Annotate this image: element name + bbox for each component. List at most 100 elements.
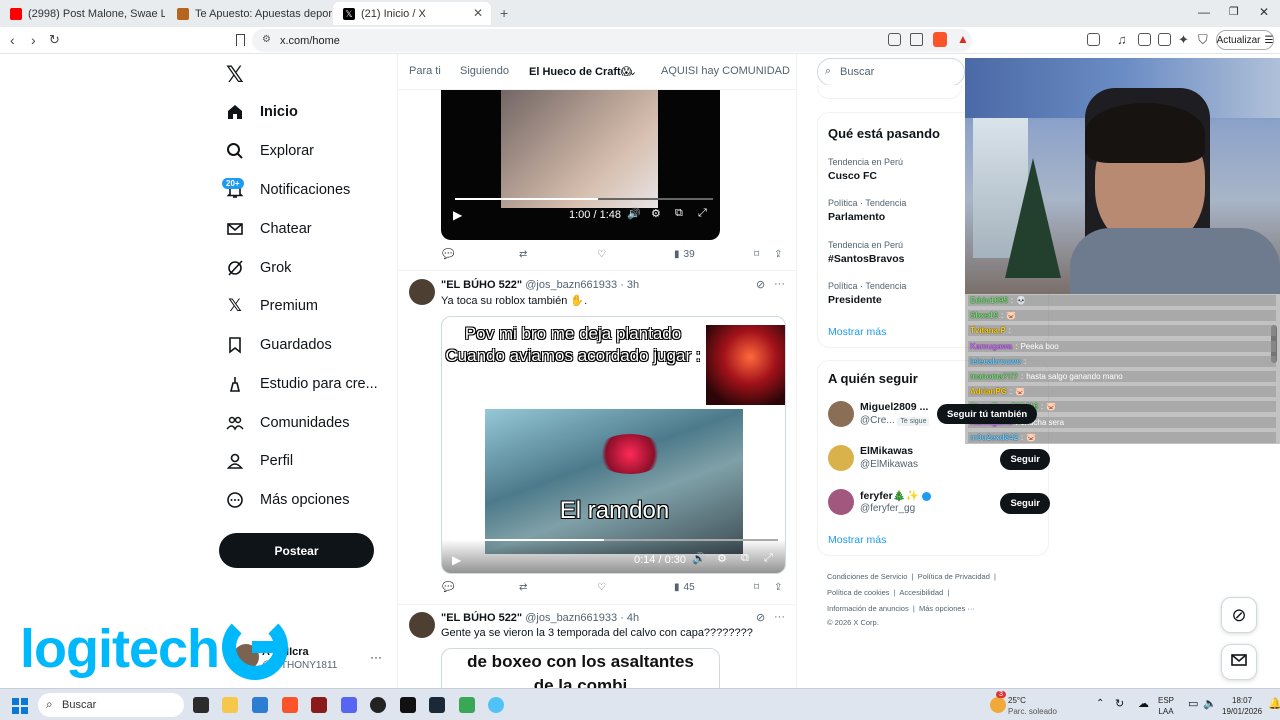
avatar[interactable] [409, 612, 435, 638]
reload-icon[interactable]: ↻ [49, 32, 60, 48]
brave-rewards-icon[interactable]: ▲ [957, 32, 969, 46]
like-icon[interactable]: ♡ [597, 249, 606, 260]
footer-link[interactable]: Más opciones ··· [919, 604, 975, 613]
pip-icon[interactable]: ⧉ [741, 552, 749, 565]
browser-tab-teapuesto[interactable]: Te Apuesto: Apuestas deportivas y C [167, 2, 332, 25]
language-indicator[interactable]: ESP LAA [1158, 695, 1174, 717]
timeline[interactable]: ▶ 1:00 / 1:48 🔊 ⚙ ⧉ ⤢ 💬 ⇄ ♡ ▮ 39 ⌑ ⇪ "EL … [397, 54, 797, 688]
trend-item[interactable]: Política · Tendencia Presidente [828, 281, 906, 306]
capcut-icon[interactable] [400, 697, 416, 713]
tab-aquisi-hay-comunidad[interactable]: AQUISI hay COMUNIDAD [661, 65, 790, 77]
footer-link[interactable]: Condiciones de Servicio [827, 572, 907, 581]
brave-shield-icon[interactable] [933, 32, 947, 47]
notification-icon[interactable]: 🔔 [1268, 697, 1280, 710]
retweet-icon[interactable]: ⇄ [519, 249, 527, 260]
author-handle[interactable]: @jos_bazn661933 [525, 612, 617, 624]
video-player[interactable]: ▶ 1:00 / 1:48 🔊 ⚙ ⧉ ⤢ [441, 78, 720, 240]
brave-icon[interactable] [282, 697, 298, 713]
tweet-time[interactable]: 4h [627, 612, 639, 624]
share-icon[interactable]: ⇪ [774, 582, 782, 593]
nav-item-grok[interactable]: Grok [226, 253, 291, 283]
tweet-image[interactable]: de boxeo con los asaltantes de la combi [441, 648, 720, 688]
avatar[interactable] [828, 445, 854, 471]
follow-suggestion[interactable]: ElMikawas @ElMikawas Seguir [828, 445, 1050, 475]
author-handle[interactable]: @jos_bazn661933 [525, 279, 617, 291]
bookmark-icon[interactable]: ⌑ [754, 582, 759, 593]
steam-icon[interactable] [429, 697, 445, 713]
chevron-down-icon[interactable]: ⌄ [628, 65, 637, 78]
settings-icon[interactable]: ⚙ [717, 552, 727, 565]
settings-icon[interactable]: ⚙ [651, 207, 661, 220]
weather-widget[interactable]: 25°C Parc. soleado [1008, 695, 1057, 717]
video-player[interactable]: Pov mi bro me deja plantado Cuando aviam… [441, 316, 786, 574]
sidebar-icon[interactable] [1087, 33, 1100, 46]
nav-item-comunidades[interactable]: Comunidades [226, 408, 349, 438]
nav-item-perfil[interactable]: Perfil [226, 446, 293, 476]
reading-list-icon[interactable] [1138, 33, 1151, 46]
url-input[interactable]: ⚙ x.com/home [252, 29, 972, 52]
trend-item[interactable]: Tendencia en Perú Cusco FC [828, 157, 903, 182]
maximize-icon[interactable]: ❐ [1229, 5, 1239, 18]
search-input[interactable]: ⌕ Buscar [817, 58, 965, 86]
task-view-icon[interactable] [193, 697, 209, 713]
reply-icon[interactable]: 💬 [442, 249, 454, 260]
grok-button[interactable]: ⊘ [1221, 597, 1257, 633]
forward-icon[interactable]: › [31, 32, 36, 48]
file-explorer-icon[interactable] [222, 697, 238, 713]
weather-icon[interactable] [990, 697, 1006, 713]
footer-link[interactable]: Política de cookies [827, 588, 890, 597]
retweet-icon[interactable]: ⇄ [519, 582, 527, 593]
grok-icon[interactable]: ⊘ [756, 611, 765, 624]
bookmark-icon[interactable]: ⌑ [754, 249, 759, 260]
browser-tab-youtube[interactable]: (2998) Post Malone, Swae Lee - Sunfl [0, 2, 165, 25]
post-button[interactable]: Postear [219, 533, 374, 568]
share-icon[interactable] [910, 33, 923, 46]
more-icon[interactable]: ··· [774, 611, 785, 623]
tab-siguiendo[interactable]: Siguiendo [460, 65, 509, 77]
nav-item-mas-opciones[interactable]: Más opciones [226, 485, 349, 515]
clock[interactable]: 18:07 19/01/2026 [1222, 695, 1262, 717]
cloud-icon[interactable]: ☁ [1138, 697, 1149, 710]
nav-item-inicio[interactable]: Inicio [226, 97, 298, 127]
trend-item[interactable]: Tendencia en Perú #SantosBravos [828, 240, 904, 265]
avatar[interactable] [409, 279, 435, 305]
footer-link[interactable]: Accesibilidad [899, 588, 943, 597]
discord-icon[interactable] [341, 697, 357, 713]
windows-start-icon[interactable] [12, 698, 28, 714]
app-tray-icon[interactable]: ↻ [1115, 697, 1124, 710]
views-icon[interactable]: ▮ 39 [674, 249, 695, 260]
show-more-link[interactable]: Mostrar más [828, 326, 886, 338]
obs-icon[interactable] [370, 697, 386, 713]
follow-back-button[interactable]: Seguir tú también [937, 404, 1038, 424]
author-name[interactable]: "EL BÚHO 522" [441, 279, 522, 291]
nav-item-chatear[interactable]: Chatear [226, 214, 312, 244]
pip-icon[interactable]: ⧉ [675, 207, 683, 220]
chevron-up-icon[interactable]: ⌃ [1096, 698, 1104, 709]
new-tab-icon[interactable]: + [500, 5, 508, 21]
bookmark-page-icon[interactable] [236, 34, 245, 46]
fullscreen-icon[interactable]: ⤢ [764, 552, 773, 565]
show-more-link[interactable]: Mostrar más [828, 534, 886, 546]
footer-link[interactable]: Información de anuncios [827, 604, 909, 613]
tab-para-ti[interactable]: Para ti [409, 65, 441, 77]
more-icon[interactable]: ··· [774, 278, 785, 290]
app-icon[interactable] [311, 697, 327, 713]
taskbar-search[interactable]: ⌕ Buscar [38, 693, 184, 717]
play-icon[interactable]: ▶ [452, 553, 461, 567]
avatar[interactable] [828, 489, 854, 515]
browser-tab-x[interactable]: 𝕏 (21) Inicio / X ✕ [333, 2, 491, 25]
tweet-time[interactable]: 3h [627, 279, 639, 291]
follow-button[interactable]: Seguir [1000, 449, 1050, 470]
nav-item-explorar[interactable]: Explorar [226, 136, 314, 166]
grok-icon[interactable]: ⊘ [756, 278, 765, 291]
close-tab-icon[interactable]: ✕ [473, 6, 483, 20]
close-window-icon[interactable]: ✕ [1259, 5, 1269, 19]
avatar[interactable] [828, 401, 854, 427]
update-button[interactable]: Actualizar ☰ [1216, 30, 1274, 50]
fullscreen-icon[interactable]: ⤢ [698, 207, 707, 220]
volume-icon[interactable]: 🔈 [1203, 697, 1217, 710]
wallet-icon[interactable] [1158, 33, 1171, 46]
volume-icon[interactable]: 🔊 [692, 552, 706, 565]
views-icon[interactable]: ▮ 45 [674, 582, 695, 593]
follow-suggestion[interactable]: feryfer🎄✨ @feryfer_gg Seguir [828, 489, 1050, 519]
